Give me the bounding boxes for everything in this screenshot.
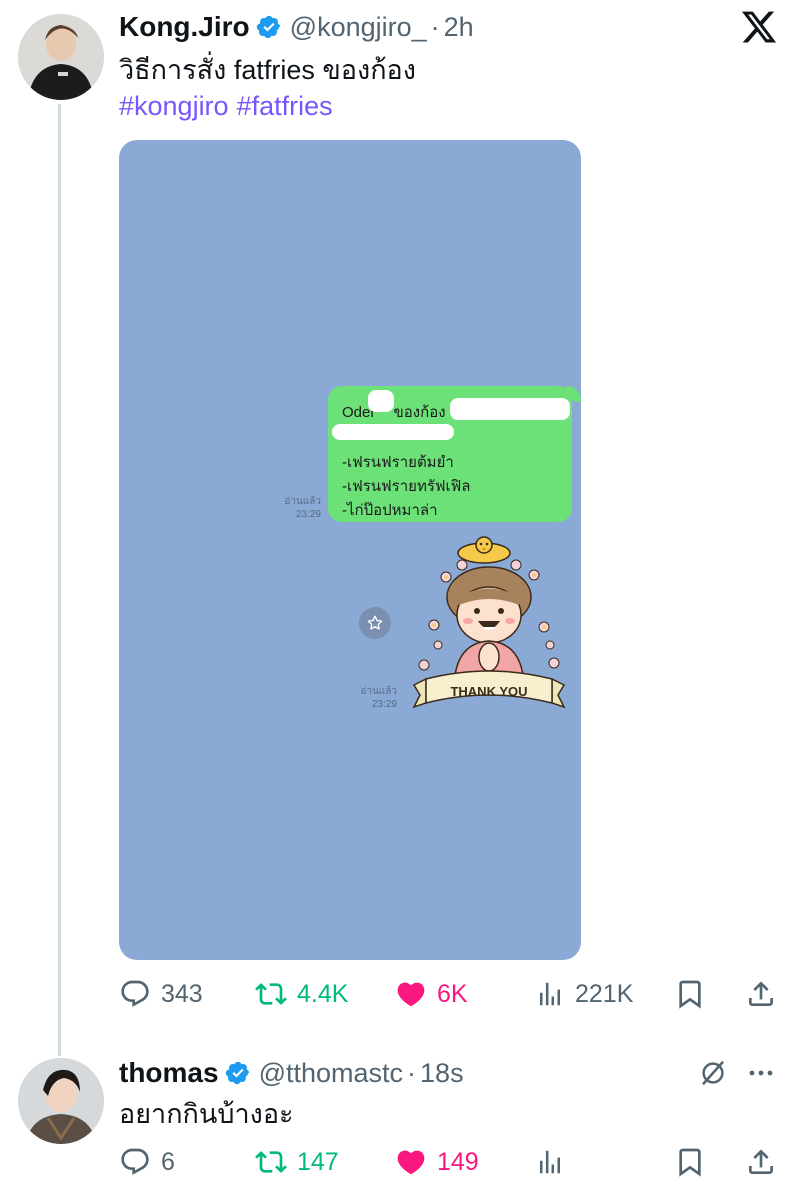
views-count: 221K <box>575 979 634 1008</box>
retweet-button[interactable]: 4.4K <box>255 974 348 1014</box>
bubble-line-item: -เฟรนฟรายต้มยำ <box>342 454 454 471</box>
read-label: อ่านแล้ว <box>360 686 397 697</box>
reply-count: 6 <box>161 1147 175 1176</box>
bubble-line-item: -ไก่ป๊อปหมาล่า <box>342 502 438 519</box>
views-button[interactable]: 221K <box>535 974 633 1014</box>
retweet-count: 147 <box>297 1147 339 1176</box>
bubble-word-kong: ของก้อง <box>393 404 446 421</box>
read-time: 23:29 <box>295 509 321 520</box>
views-chart-icon <box>540 982 560 1006</box>
like-button[interactable]: 149 <box>395 1142 479 1182</box>
tweet-actions: 6 147 149 <box>119 1142 779 1182</box>
retweet-icon <box>255 1151 287 1173</box>
star-icon <box>359 607 391 639</box>
thank-you-sticker: THANK YOU <box>412 536 566 709</box>
chat-bubble: Oder ของก้อง -เฟรนฟรายต้มยำ -เฟรนฟรายทรั… <box>328 386 572 522</box>
read-receipt: อ่านแล้ว 23:29 <box>269 495 321 521</box>
share-icon <box>749 981 773 1006</box>
avatar-thomas[interactable] <box>18 1058 104 1144</box>
tweet-header: Kong.Jiro @kongjiro_ · 2h <box>119 8 474 46</box>
verified-badge-icon <box>256 15 280 39</box>
tweet-actions: 343 4.4K 6K 221K <box>119 974 779 1014</box>
more-options-icon[interactable] <box>746 1060 776 1086</box>
views-chart-icon <box>540 1150 560 1174</box>
redaction-mark <box>450 398 570 420</box>
like-count: 149 <box>437 1147 479 1176</box>
avatar-image <box>18 1058 104 1144</box>
thread-line <box>58 104 61 1056</box>
like-count: 6K <box>437 979 468 1008</box>
reply-count: 343 <box>161 979 203 1008</box>
retweet-count: 4.4K <box>297 979 349 1008</box>
author-handle[interactable]: @kongjiro_ <box>290 12 427 43</box>
read-time: 23:29 <box>371 699 397 710</box>
retweet-button[interactable]: 147 <box>255 1142 339 1182</box>
hashtag-kongjiro[interactable]: #kongjiro <box>119 91 229 121</box>
separator-dot: · <box>407 1057 417 1088</box>
reply-button[interactable]: 6 <box>119 1142 175 1182</box>
bubble-line-item: -เฟรนฟรายทรัฟเฟิล <box>342 478 471 495</box>
redaction-mark <box>368 390 394 412</box>
hashtag-list: #kongjiro #fatfries <box>119 88 341 124</box>
separator-dot: · <box>430 11 440 42</box>
share-button[interactable] <box>745 1142 777 1182</box>
reply-icon <box>121 1148 149 1175</box>
bookmark-button[interactable] <box>674 1142 706 1182</box>
verified-badge-icon <box>225 1061 249 1085</box>
share-icon <box>749 1149 773 1174</box>
tweet-text: วิธีการสั่ง fatfries ของก้อง <box>119 55 416 85</box>
author-name[interactable]: Kong.Jiro <box>119 11 250 43</box>
tweet-time[interactable]: 2h <box>444 12 474 43</box>
avatar-kongjiro[interactable] <box>18 14 104 100</box>
share-button[interactable] <box>745 974 777 1014</box>
heart-icon <box>397 982 425 1007</box>
author-handle[interactable]: @tthomastc <box>259 1058 403 1089</box>
tweet-header: thomas @tthomastc · 18s <box>119 1054 464 1092</box>
read-label: อ่านแล้ว <box>284 496 321 507</box>
reply-icon <box>121 980 149 1007</box>
author-name[interactable]: thomas <box>119 1057 219 1089</box>
reply-button[interactable]: 343 <box>119 974 203 1014</box>
hashtag-fatfries[interactable]: #fatfries <box>237 91 333 121</box>
tweet-media-image[interactable]: Oder ของก้อง -เฟรนฟรายต้มยำ -เฟรนฟรายทรั… <box>119 140 581 960</box>
heart-icon <box>397 1150 425 1175</box>
bookmark-icon <box>679 980 701 1009</box>
tweet-main: Kong.Jiro @kongjiro_ · 2h วิธีการสั่ง fa… <box>0 0 796 1056</box>
bookmark-icon <box>679 1148 701 1177</box>
sticker-text: THANK YOU <box>450 684 527 699</box>
views-button[interactable] <box>535 1142 565 1182</box>
tweet-text: อยากกินบ้างอะ <box>119 1099 294 1129</box>
redaction-mark <box>332 424 454 440</box>
retweet-icon <box>255 983 287 1005</box>
tweet-time[interactable]: 18s <box>420 1058 464 1089</box>
read-receipt: อ่านแล้ว 23:29 <box>347 685 397 711</box>
tweet-reply: thomas @tthomastc · 18s อยากกินบ้างอะ 6 … <box>0 1040 796 1200</box>
grok-icon[interactable] <box>698 1058 728 1088</box>
x-logo-icon[interactable] <box>740 8 778 46</box>
like-button[interactable]: 6K <box>395 974 468 1014</box>
bookmark-button[interactable] <box>674 974 706 1014</box>
avatar-image <box>18 14 104 100</box>
